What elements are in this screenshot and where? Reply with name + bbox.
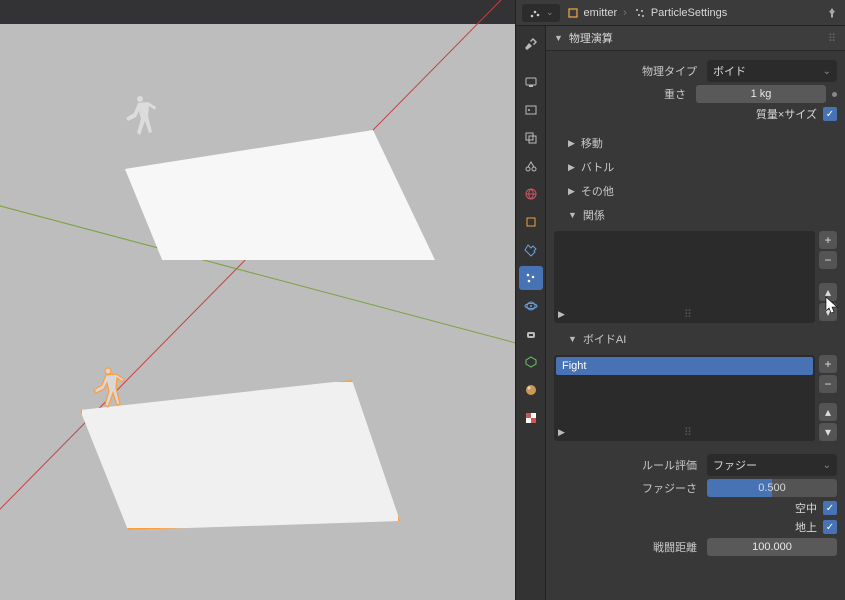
- dropdown-physics-type[interactable]: ボイド: [707, 60, 837, 82]
- disclosure-right-icon: ▶: [568, 162, 575, 173]
- tab-object[interactable]: [519, 210, 543, 234]
- object-datablock[interactable]: emitter: [566, 6, 618, 20]
- particle-settings-name: ParticleSettings: [651, 7, 727, 19]
- subpanel-movement-label: 移動: [581, 135, 603, 151]
- field-mass[interactable]: 1 kg: [696, 85, 826, 103]
- tab-tool[interactable]: [519, 32, 543, 56]
- subpanel-movement[interactable]: ▶ 移動: [546, 131, 845, 155]
- tab-render[interactable]: [519, 70, 543, 94]
- tab-data[interactable]: [519, 350, 543, 374]
- slider-fuzziness[interactable]: 0.500: [707, 479, 837, 497]
- relation-listbox[interactable]: ▶ ⠿: [554, 231, 815, 323]
- tab-viewlayer[interactable]: [519, 126, 543, 150]
- slider-fuzziness-value: 0.500: [758, 482, 786, 494]
- pin-icon[interactable]: [825, 6, 839, 20]
- properties-panel[interactable]: ▼ 物理演算 ⠿ 物理タイプ ボイド 重さ 1 kg: [546, 26, 845, 600]
- properties-header: ⌄ emitter › ParticleSettings: [516, 0, 845, 26]
- dropdown-rule-eval[interactable]: ファジー: [707, 454, 837, 476]
- subpanel-boid-ai-label: ボイドAI: [583, 331, 626, 347]
- tab-physics[interactable]: [519, 294, 543, 318]
- tab-world[interactable]: [519, 182, 543, 206]
- label-in-air: 空中: [795, 500, 817, 516]
- panel-header-physics[interactable]: ▼ 物理演算 ⠿: [546, 26, 845, 51]
- tab-texture[interactable]: [519, 406, 543, 430]
- editor-type-selector[interactable]: ⌄: [522, 4, 560, 22]
- field-combat-dist[interactable]: 100.000: [707, 538, 837, 556]
- subpanel-boid-ai[interactable]: ▼ ボイドAI: [546, 327, 845, 351]
- particle-settings-datablock[interactable]: ParticleSettings: [633, 6, 727, 20]
- tab-material[interactable]: [519, 378, 543, 402]
- armature-figure-selected[interactable]: [88, 362, 128, 422]
- move-rule-down-button[interactable]: ▾: [819, 423, 837, 441]
- object-name: emitter: [584, 7, 618, 19]
- tab-output[interactable]: [519, 98, 543, 122]
- move-rule-up-button[interactable]: ▴: [819, 403, 837, 421]
- armature-figure-1[interactable]: [120, 90, 160, 150]
- boid-rule-item-label: Fight: [562, 360, 586, 372]
- chevron-down-icon: ⌄: [546, 7, 554, 18]
- remove-rule-button[interactable]: −: [819, 375, 837, 393]
- particles-icon: [528, 6, 542, 20]
- label-mass-x-size: 質量×サイズ: [756, 106, 817, 122]
- properties-editor: ⌄ emitter › ParticleSettings: [515, 0, 845, 600]
- dropdown-physics-type-value: ボイド: [713, 63, 746, 79]
- field-combat-dist-value: 100.000: [752, 541, 792, 553]
- properties-tab-strip: [516, 26, 546, 600]
- 3d-viewport[interactable]: [0, 0, 515, 600]
- disclosure-right-icon: ▶: [568, 186, 575, 197]
- subpanel-other-label: その他: [581, 183, 614, 199]
- disclosure-right-icon: ▶: [568, 138, 575, 149]
- object-icon: [566, 6, 580, 20]
- subpanel-battle[interactable]: ▶ バトル: [546, 155, 845, 179]
- subpanel-battle-label: バトル: [581, 159, 614, 175]
- resize-handle-icon[interactable]: ⠿: [684, 426, 692, 439]
- label-mass: 重さ: [554, 86, 690, 102]
- disclosure-right-icon[interactable]: ▶: [558, 309, 565, 320]
- remove-relation-button[interactable]: −: [819, 251, 837, 269]
- disclosure-right-icon[interactable]: ▶: [558, 427, 565, 438]
- checkbox-on-land[interactable]: ✓: [823, 520, 837, 534]
- panel-title-physics: 物理演算: [569, 30, 613, 46]
- keyframe-dot-icon[interactable]: [832, 92, 837, 97]
- mouse-cursor-icon: [825, 296, 839, 314]
- tab-constraint[interactable]: [519, 322, 543, 346]
- dropdown-rule-eval-value: ファジー: [713, 457, 757, 473]
- subpanel-relation-label: 関係: [583, 207, 605, 223]
- subpanel-relation[interactable]: ▼ 関係: [546, 203, 845, 227]
- disclosure-down-icon: ▼: [554, 33, 563, 43]
- tab-modifier[interactable]: [519, 238, 543, 262]
- resize-handle-icon[interactable]: ⠿: [684, 308, 692, 321]
- label-rule-eval: ルール評価: [554, 457, 701, 473]
- subpanel-other[interactable]: ▶ その他: [546, 179, 845, 203]
- label-fuzziness: ファジーさ: [554, 480, 701, 496]
- disclosure-down-icon: ▼: [568, 210, 577, 220]
- label-combat-dist: 戦闘距離: [554, 539, 701, 555]
- boid-rule-listbox[interactable]: Fight ▶ ⠿: [554, 355, 815, 441]
- disclosure-down-icon: ▼: [568, 334, 577, 344]
- checkbox-mass-x-size[interactable]: ✓: [823, 107, 837, 121]
- add-rule-button[interactable]: +: [819, 355, 837, 373]
- add-relation-button[interactable]: +: [819, 231, 837, 249]
- particle-settings-icon: [633, 6, 647, 20]
- field-mass-value: 1 kg: [751, 88, 772, 100]
- label-physics-type: 物理タイプ: [554, 63, 701, 79]
- checkbox-in-air[interactable]: ✓: [823, 501, 837, 515]
- tab-particles[interactable]: [519, 266, 543, 290]
- boid-rule-item-fight[interactable]: Fight: [556, 357, 813, 375]
- drag-handle-icon[interactable]: ⠿: [828, 32, 837, 45]
- breadcrumb-sep-icon: ›: [623, 7, 627, 19]
- tab-scene[interactable]: [519, 154, 543, 178]
- label-on-land: 地上: [795, 519, 817, 535]
